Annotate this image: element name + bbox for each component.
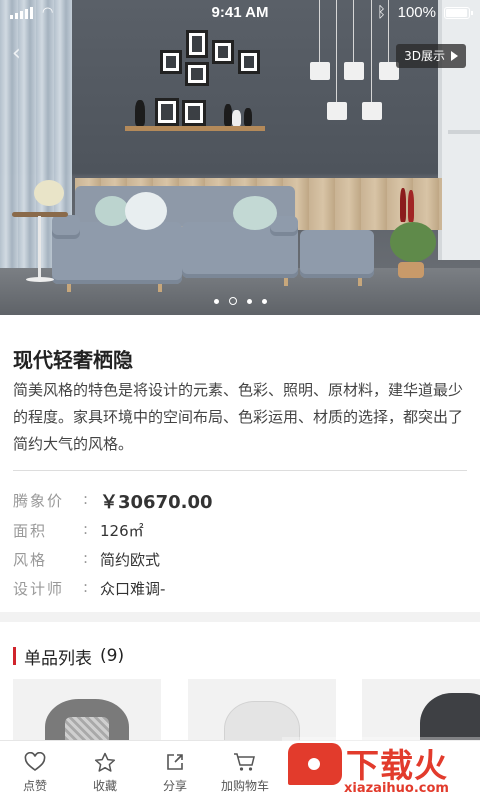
shelf-frame [155,98,179,126]
sofa-arm [52,215,80,239]
wall-frame [212,40,234,64]
carousel-dot[interactable] [261,298,267,304]
style-value: 简约欧式 [100,551,161,569]
vase [224,104,232,126]
favorite-button[interactable]: 收藏 [70,741,140,800]
chevron-left-icon: ‹ [12,41,21,66]
items-section-title: 单品列表 [24,648,92,669]
status-bar: ◠ 9:41 AM ᛒ 100% [0,0,480,26]
share-label: 分享 [162,779,187,793]
designer-value[interactable]: 众口难调- [100,578,165,599]
watermark: 下载火 xiazaihuo.com [282,737,480,800]
section-gap [0,612,480,622]
watermark-logo-icon [288,743,342,785]
attr-price: 腾象价 : ￥30670.00 [13,490,453,516]
pillow [95,196,129,226]
carousel-indicator [0,297,480,305]
pendant-lamp [344,62,364,80]
like-label: 点赞 [22,779,47,793]
sofa-leg [358,278,362,286]
vase [135,100,145,126]
items-section-header: 单品列表 (9) [13,645,125,669]
attr-label: 面积 [13,522,48,540]
wall-frame [186,30,208,58]
battery-fill [446,9,467,17]
window [438,0,480,260]
carousel-dot-active[interactable] [228,297,237,305]
back-button[interactable]: ‹ [12,42,32,66]
red-vase [408,190,414,222]
attr-label: 腾象价 [13,492,65,510]
ottoman [300,230,374,278]
divider [13,470,467,471]
star-icon [70,751,140,773]
sofa-leg [284,278,288,286]
attr-colon: : [83,549,89,567]
favorite-label: 收藏 [92,779,117,793]
items-count: (9) [100,646,125,666]
wall-frame [185,62,209,86]
wall-frame [238,50,260,74]
3d-view-label: 3D展示 [404,49,445,63]
side-table-stand [38,216,41,278]
shelf-frame [182,100,206,126]
pillow [233,196,277,230]
add-to-cart-label: 加购物车 [220,779,269,793]
like-button[interactable]: 点赞 [0,741,70,800]
battery-percentage: 100% [397,4,436,21]
pendant-lamp [327,102,347,120]
carousel-dot[interactable] [246,298,252,304]
red-vase [400,188,406,222]
pendant-lamp [310,62,330,80]
pillow [125,192,167,230]
attr-colon: : [83,520,89,538]
sofa-leg [67,284,71,292]
watermark-text: 下载火 [346,746,448,785]
heart-icon [0,751,70,773]
attr-designer: 设计师 : 众口难调- [13,578,453,604]
attr-label: 风格 [13,551,48,569]
bluetooth-icon: ᛒ [376,3,386,21]
plant-pot [398,262,424,278]
carousel-dot[interactable] [213,298,219,304]
pendant-lamp [362,102,382,120]
wall-shelf [125,126,265,131]
play-icon [451,51,458,61]
attr-area: 面积 : 126㎡ [13,520,453,546]
vase [244,108,252,126]
share-icon [140,751,210,773]
watermark-url: xiazaihuo.com [344,781,449,796]
plant [390,222,436,262]
product-description: 简美风格的特色是将设计的元素、色彩、照明、原材料，建华道最少的程度。家具环境中的… [13,381,464,453]
accent-bar [13,647,16,665]
add-to-cart-button[interactable]: 加购物车 [210,741,280,800]
price-value: ￥30670.00 [100,492,213,513]
attr-style: 风格 : 简约欧式 [13,549,453,575]
share-button[interactable]: 分享 [140,741,210,800]
attr-label: 设计师 [13,580,65,598]
vase [232,110,241,126]
sofa-leg [158,284,162,292]
flowers [34,180,64,206]
attr-colon: : [83,578,89,596]
page-title: 现代轻奢栖隐 [13,348,133,372]
attr-colon: : [83,490,89,508]
area-value: 126㎡ [100,522,144,540]
wall-frame [160,50,182,74]
battery-icon [444,7,473,19]
cart-icon [210,751,280,773]
3d-view-button[interactable]: 3D展示 [396,44,466,68]
side-table-base [26,277,54,282]
